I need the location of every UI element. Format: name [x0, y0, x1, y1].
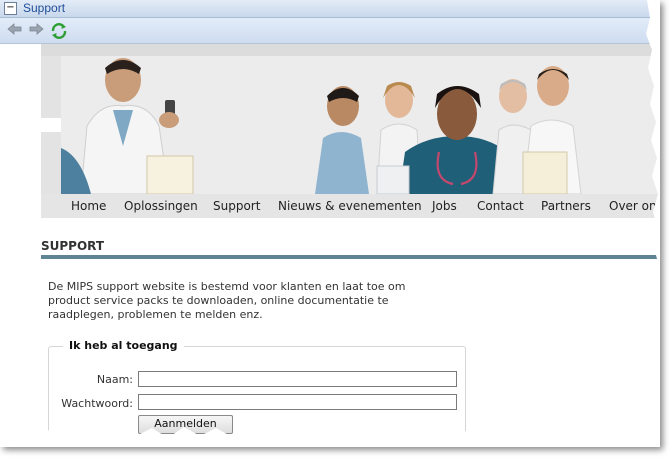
browser-pane: − Support Home Oplossingen Support Nieuw… [0, 0, 660, 447]
torn-edge-overlay [0, 0, 660, 447]
